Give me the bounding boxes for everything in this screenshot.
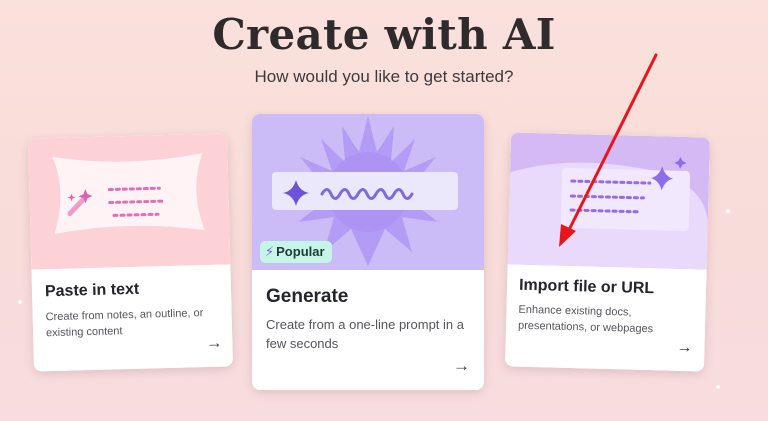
card-description: Create from a one-line prompt in a few s… xyxy=(266,317,464,351)
paste-in-text-card[interactable]: Paste in text Create from notes, an outl… xyxy=(27,133,234,372)
page-title: Create with AI xyxy=(212,10,556,59)
card-title: Import file or URL xyxy=(518,276,655,298)
arrow-right-icon[interactable]: → xyxy=(206,335,222,353)
sparkle-dot xyxy=(726,209,730,213)
paste-card-body: Paste in text Create from notes, an outl… xyxy=(31,264,234,372)
card-title: Generate xyxy=(266,286,349,307)
sparkle-dot xyxy=(18,300,22,304)
paste-card-illustration xyxy=(27,133,231,270)
sparkle-dot xyxy=(716,385,720,389)
badge-label: Popular xyxy=(276,244,325,259)
generate-card-body: Generate Create from a one-line prompt i… xyxy=(252,270,484,390)
card-description: Create from notes, an outline, or existi… xyxy=(45,307,204,340)
arrow-right-icon[interactable]: → xyxy=(676,339,692,357)
arrow-right-icon[interactable]: → xyxy=(453,356,470,376)
card-description: Enhance existing docs, presentations, or… xyxy=(517,303,654,336)
card-title: Paste in text xyxy=(44,280,140,301)
popular-badge: ⚡ Popular xyxy=(260,241,332,263)
import-card-illustration xyxy=(507,132,711,270)
page-subtitle: How would you like to get started? xyxy=(254,67,514,86)
lightning-icon: ⚡ xyxy=(265,244,275,259)
generate-card[interactable]: ⚡ Popular Generate Create from a one-line… xyxy=(252,114,484,390)
import-card-body: Import file or URL Enhance existing docs… xyxy=(504,264,707,372)
import-file-or-url-card[interactable]: Import file or URL Enhance existing docs… xyxy=(504,132,711,372)
